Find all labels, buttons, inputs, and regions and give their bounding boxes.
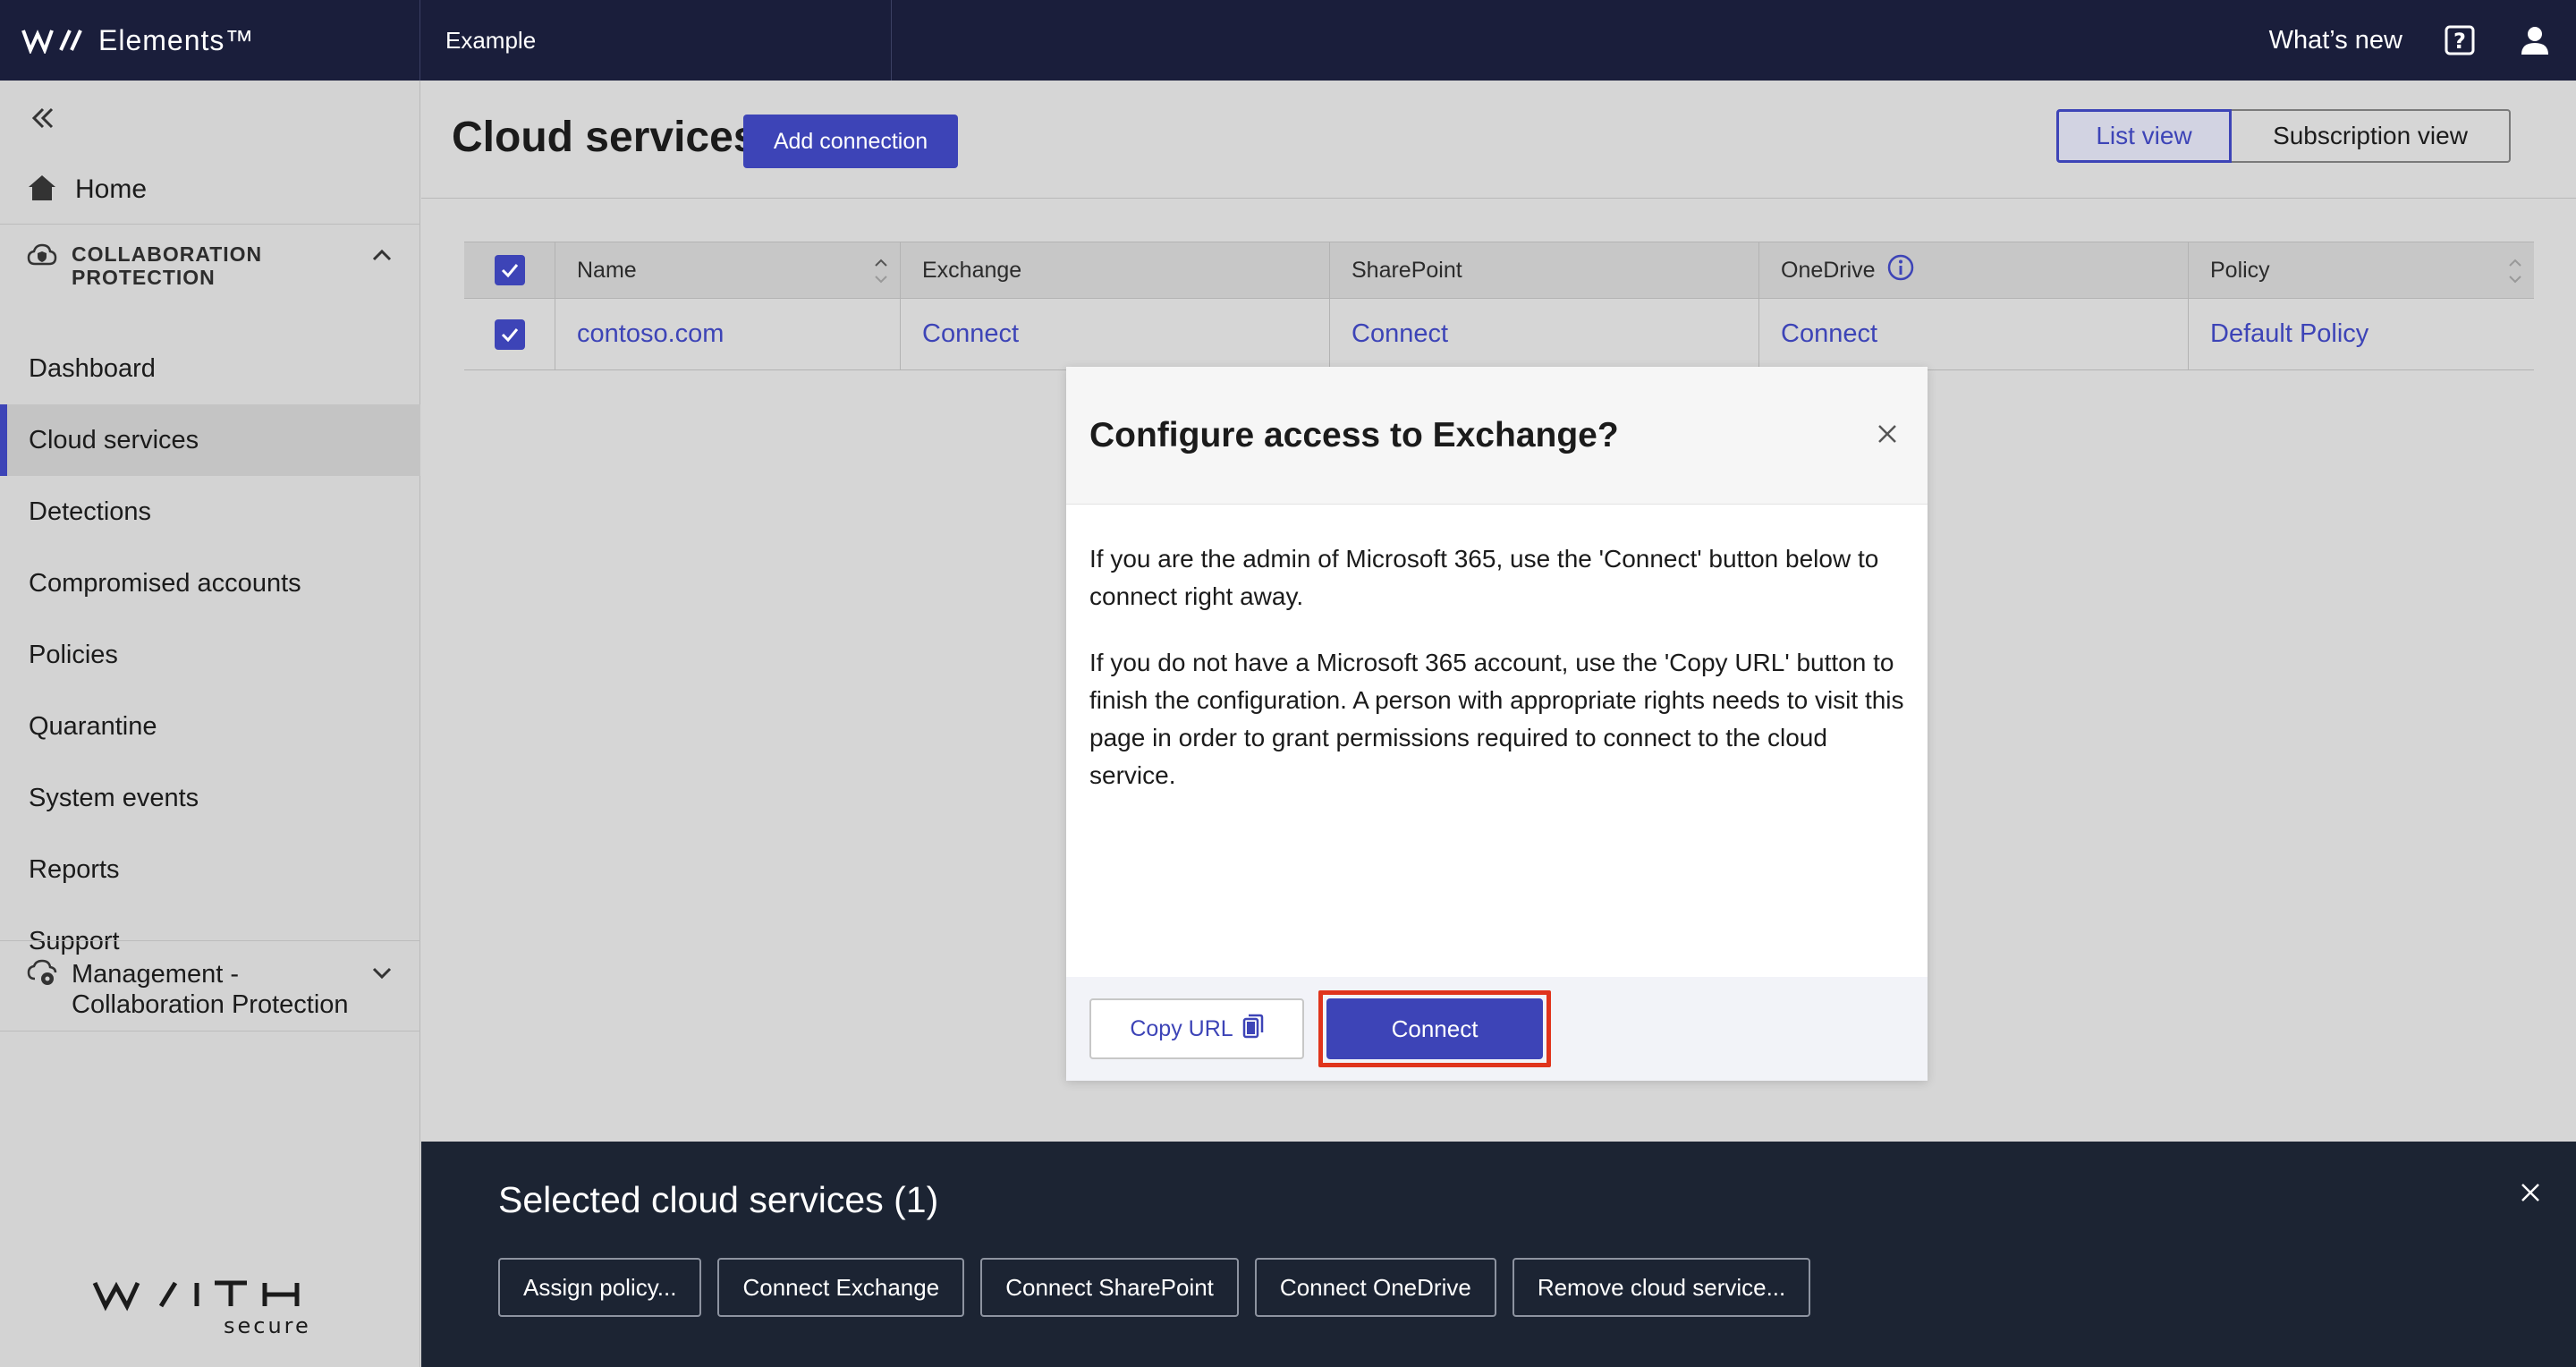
cloud-services-table: Name Exchange SharePoint OneDrive Policy [464,242,2534,370]
chevron-down-icon[interactable] [370,961,394,989]
view-toggle: List view Subscription view [2056,109,2511,163]
subscription-view-button[interactable]: Subscription view [2232,109,2511,163]
select-all-cell [464,242,555,298]
dialog-title: Configure access to Exchange? [1089,415,1619,454]
dialog-paragraph: If you do not have a Microsoft 365 accou… [1089,649,1904,789]
close-icon[interactable] [2517,1179,2544,1206]
column-header-label: Name [577,257,637,283]
cell-onedrive-connect-link[interactable]: Connect [1759,299,2189,369]
selection-action-bar: Selected cloud services (1) Assign polic… [421,1142,2576,1367]
sort-icon[interactable] [873,255,889,293]
user-account-icon[interactable] [2517,22,2553,58]
whats-new-link[interactable]: What’s new [2269,26,2402,55]
list-view-button[interactable]: List view [2056,109,2232,163]
column-header-name[interactable]: Name [555,242,901,298]
section-title: COLLABORATION [72,242,263,266]
row-select-cell [464,299,555,369]
sidebar-item-cloud-services[interactable]: Cloud services [0,404,420,476]
organization-selector[interactable]: Example [420,0,892,81]
column-header-sharepoint: SharePoint [1330,242,1759,298]
row-checkbox[interactable] [494,318,525,350]
brand-name: Elements™ [98,23,255,56]
cloud-shield-icon [27,242,57,274]
sidebar-item-system-events[interactable]: System events [0,762,420,834]
collapse-sidebar-icon[interactable] [27,102,59,134]
info-icon[interactable] [1886,253,1915,288]
brand-sub: secure [224,1313,311,1338]
cell-sharepoint-connect-link[interactable]: Connect [1330,299,1759,369]
column-header-policy[interactable]: Policy [2189,242,2534,298]
sidebar-item-quarantine[interactable]: Quarantine [0,691,420,762]
section-title-line2: PROTECTION [72,266,216,289]
connect-highlight: Connect [1318,990,1551,1067]
page-title: Cloud services [452,114,758,161]
home-icon [27,174,57,207]
section-management[interactable]: Management - Collaboration Protection [0,940,420,1032]
sidebar-item-detections[interactable]: Detections [0,476,420,548]
dialog-paragraph: If you are the admin of Microsoft 365, u… [1089,545,1879,610]
chevron-up-icon[interactable] [370,244,394,272]
withsecure-logo: secure [92,1280,311,1338]
copy-url-button[interactable]: Copy URL [1089,998,1304,1059]
help-icon[interactable]: ? [2442,22,2478,58]
select-all-checkbox[interactable] [494,255,525,285]
assign-policy-button[interactable]: Assign policy... [498,1258,702,1317]
section-collaboration-protection[interactable]: COLLABORATION PROTECTION [0,224,420,306]
svg-text:?: ? [2453,29,2466,54]
column-header-label: Policy [2210,257,2270,283]
cell-policy-link[interactable]: Default Policy [2189,299,2534,369]
table-row: contoso.com Connect Connect Connect Defa… [464,299,2534,370]
section-title: Management - [72,960,239,989]
sidebar-item-label: Home [75,174,148,204]
logo[interactable]: Elements™ [0,0,420,81]
cloud-gear-icon [27,959,57,992]
column-header-label: OneDrive [1781,257,1876,283]
action-buttons: Assign policy... Connect Exchange Connec… [498,1258,1811,1317]
connect-sharepoint-button[interactable]: Connect SharePoint [980,1258,1239,1317]
withsecure-logo-mark [21,30,82,54]
connect-onedrive-button[interactable]: Connect OneDrive [1254,1258,1496,1317]
close-icon[interactable] [1874,420,1901,447]
sidebar-item-compromised-accounts[interactable]: Compromised accounts [0,548,420,619]
sort-icon[interactable] [2507,255,2523,293]
table-header: Name Exchange SharePoint OneDrive Policy [464,242,2534,299]
column-header-exchange: Exchange [901,242,1330,298]
column-header-onedrive: OneDrive [1759,242,2189,298]
dialog-body: If you are the admin of Microsoft 365, u… [1066,505,1928,794]
page-header: Cloud services Add connection List view … [421,81,2576,199]
configure-exchange-dialog: Configure access to Exchange? If you are… [1066,367,1928,1081]
sidebar-nav: Dashboard Cloud services Detections Comp… [0,333,420,977]
dialog-header: Configure access to Exchange? [1066,367,1928,505]
sidebar-item-reports[interactable]: Reports [0,834,420,905]
sidebar: Home COLLABORATION PROTECTION Dashboard … [0,81,420,1367]
copy-icon [1242,1014,1264,1045]
dialog-footer: Copy URL Connect [1066,977,1928,1081]
connect-button[interactable]: Connect [1326,998,1543,1059]
top-bar: Elements™ Example What’s new ? [0,0,2576,81]
add-connection-button[interactable]: Add connection [743,115,958,168]
sidebar-item-dashboard[interactable]: Dashboard [0,333,420,404]
copy-url-label: Copy URL [1130,1015,1233,1041]
cell-exchange-connect-link[interactable]: Connect [901,299,1330,369]
sidebar-item-home[interactable]: Home [0,163,420,217]
section-title-line2: Collaboration Protection [72,990,349,1019]
selection-title: Selected cloud services (1) [498,1179,939,1220]
connect-exchange-button[interactable]: Connect Exchange [717,1258,965,1317]
sidebar-item-policies[interactable]: Policies [0,619,420,691]
organization-name: Example [445,26,537,54]
remove-cloud-service-button[interactable]: Remove cloud service... [1512,1258,1811,1317]
cell-name-link[interactable]: contoso.com [555,299,901,369]
